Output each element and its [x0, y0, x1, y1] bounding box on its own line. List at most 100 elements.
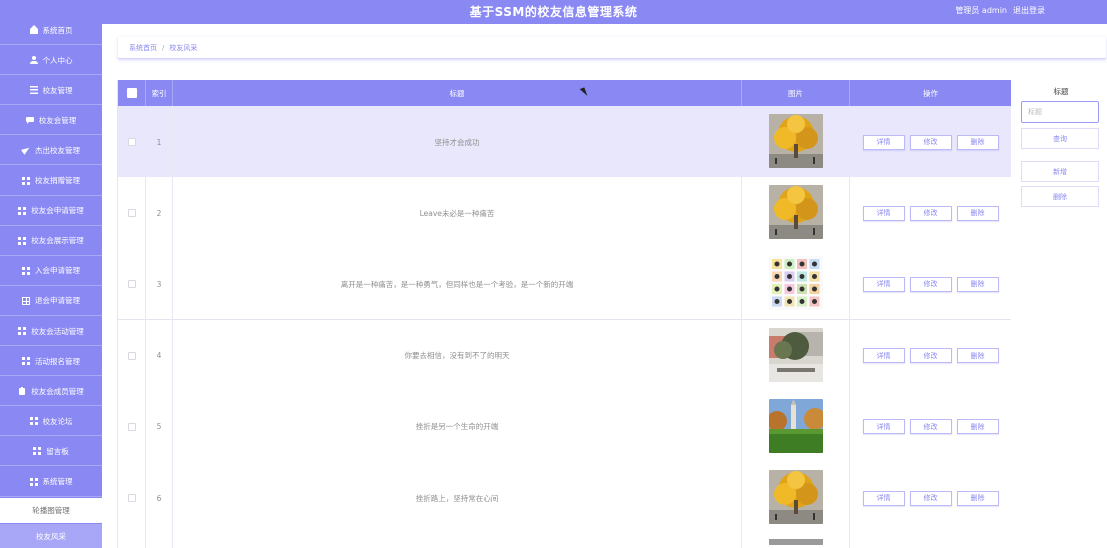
row-select-cell: [118, 319, 146, 392]
home-icon: [29, 25, 38, 34]
delete-button[interactable]: 删除: [956, 205, 999, 221]
batch-delete-button[interactable]: 删除: [1021, 186, 1099, 207]
row-actions: 详情 修改 删除: [850, 106, 1011, 178]
edit-button[interactable]: 修改: [909, 134, 952, 150]
grid-icon: [22, 357, 30, 366]
breadcrumb-separator: /: [162, 43, 165, 52]
row-checkbox[interactable]: [127, 494, 136, 502]
edit-button[interactable]: 修改: [909, 276, 952, 292]
breadcrumb-home[interactable]: 系统首页: [129, 43, 157, 53]
edit-button[interactable]: 修改: [909, 490, 952, 506]
add-button[interactable]: 新增: [1021, 161, 1099, 182]
row-checkbox[interactable]: [127, 138, 136, 146]
row-actions: 详情 修改 删除: [850, 320, 1011, 392]
sidebar-item-label: 校友论坛: [42, 416, 73, 426]
row-title: 离开是一种痛苦，是一种勇气，但同样也是一个考验，是一个新的开端: [173, 248, 742, 321]
sidebar-item-label: 留言板: [46, 446, 69, 456]
delete-button[interactable]: 删除: [956, 419, 999, 435]
sidebar-item-14[interactable]: 校友论坛: [0, 407, 102, 437]
table-row[interactable]: 3 离开是一种痛苦，是一种勇气，但同样也是一个考验，是一个新的开端 详情 修改 删除: [118, 248, 1011, 321]
clipboard-icon: [18, 387, 26, 396]
detail-button[interactable]: 详情: [862, 419, 905, 435]
sidebar-item-3[interactable]: 校友管理: [0, 76, 102, 106]
table-row[interactable]: 6 挫折路上，坚持常在心间 详情 修改 删除: [118, 462, 1011, 534]
breadcrumb: 系统首页 / 校友风采: [118, 37, 1106, 59]
table-row-partial[interactable]: [118, 533, 1011, 548]
row-checkbox[interactable]: [127, 351, 136, 360]
sidebar-item-16[interactable]: 系统管理: [0, 468, 102, 497]
row-select-cell: [118, 390, 146, 463]
sidebar-item-label: 入会申请管理: [35, 266, 80, 276]
sidebar-item-11[interactable]: 校友会活动管理: [0, 317, 102, 346]
row-image-cell: [742, 462, 850, 534]
grid-icon: [18, 236, 27, 245]
detail-button[interactable]: 详情: [862, 276, 905, 292]
sidebar-item-label: 校友会申请管理: [31, 206, 84, 216]
grid-icon: [18, 327, 27, 335]
sidebar-item-4[interactable]: 校友会管理: [0, 106, 102, 136]
title-search-input[interactable]: [1021, 101, 1099, 123]
row-index: 3: [146, 248, 173, 321]
row-image-cell: [742, 177, 850, 250]
delete-button[interactable]: 删除: [956, 348, 999, 364]
row-thumbnail[interactable]: [768, 114, 823, 170]
row-thumbnail[interactable]: [768, 256, 823, 312]
row-actions: 详情 修改 删除: [850, 462, 1011, 534]
table-row[interactable]: 2 Leave未必是一种痛苦 详情 修改 删除: [118, 177, 1011, 250]
sidebar-subitem-1[interactable]: 轮播图管理: [0, 498, 102, 523]
sidebar-item-1[interactable]: 系统首页: [0, 16, 102, 45]
sidebar-item-7[interactable]: 校友会申请管理: [0, 197, 102, 226]
sidebar-item-13[interactable]: 校友会成员管理: [0, 377, 102, 407]
search-title-label: 标题: [1053, 87, 1069, 96]
detail-button[interactable]: 详情: [862, 490, 905, 506]
sidebar-item-label: 系统管理: [42, 477, 73, 486]
sidebar-item-9[interactable]: 入会申请管理: [0, 257, 102, 286]
sidebar-item-5[interactable]: 杰出校友管理: [0, 136, 102, 166]
sidebar-item-label: 杰出校友管理: [35, 145, 80, 155]
sidebar-item-label: 校友会管理: [38, 115, 77, 125]
delete-button[interactable]: 删除: [956, 134, 999, 150]
row-title: 你要去相信，没有到不了的明天: [173, 319, 742, 392]
row-checkbox[interactable]: [127, 209, 136, 218]
select-all-checkbox[interactable]: [126, 88, 137, 98]
sidebar-subitem-2[interactable]: 校友风采: [0, 524, 102, 548]
sidebar-item-label: 个人中心: [42, 55, 73, 65]
sidebar-item-6[interactable]: 校友捐赠管理: [0, 167, 102, 196]
column-header-actions: 操作: [923, 88, 938, 98]
row-thumbnail[interactable]: [768, 185, 823, 241]
row-select-cell: [118, 177, 146, 250]
table-row[interactable]: 4 你要去相信，没有到不了的明天 详情 修改 删除: [118, 319, 1011, 392]
row-thumbnail[interactable]: [768, 327, 823, 384]
list-icon: [29, 86, 38, 95]
sidebar-item-12[interactable]: 活动报名管理: [0, 347, 102, 377]
search-button[interactable]: 查询: [1021, 128, 1099, 149]
edit-button[interactable]: 修改: [909, 348, 952, 364]
data-table: 索引 标题 图片 操作 1 坚持才会成功 详情 修改 删除 2 Leave未必是一种痛苦 详情…: [117, 80, 1011, 548]
row-title: 挫折是另一个生命的开端: [173, 390, 742, 463]
logout-link[interactable]: 退出登录: [1013, 5, 1045, 16]
table-row[interactable]: 5 挫折是另一个生命的开端 详情 修改 删除: [118, 390, 1011, 463]
row-image-cell: [742, 248, 850, 321]
sidebar-item-10[interactable]: 退会申请管理: [0, 287, 102, 316]
delete-button[interactable]: 删除: [956, 490, 999, 506]
row-image-cell: [742, 390, 850, 463]
header-select-all[interactable]: [118, 80, 146, 106]
detail-button[interactable]: 详情: [862, 205, 905, 221]
sidebar-item-label: 校友会展示管理: [31, 236, 84, 246]
row-index: 4: [146, 319, 173, 392]
delete-button[interactable]: 删除: [956, 276, 999, 292]
sidebar-item-8[interactable]: 校友会展示管理: [0, 227, 102, 256]
top-header: 基于SSM的校友信息管理系统 管理员 admin 退出登录: [0, 0, 1107, 24]
detail-button[interactable]: 详情: [862, 134, 905, 150]
detail-button[interactable]: 详情: [862, 348, 905, 364]
row-thumbnail[interactable]: [766, 398, 826, 455]
sidebar-item-2[interactable]: 个人中心: [0, 46, 102, 76]
edit-button[interactable]: 修改: [909, 419, 952, 435]
edit-button[interactable]: 修改: [909, 205, 952, 221]
sidebar-item-15[interactable]: 留言板: [0, 437, 102, 467]
row-checkbox[interactable]: [127, 280, 136, 289]
grid-icon: [18, 206, 27, 215]
table-row[interactable]: 1 坚持才会成功 详情 修改 删除: [118, 106, 1011, 178]
row-thumbnail[interactable]: [768, 470, 823, 526]
row-checkbox[interactable]: [127, 422, 136, 431]
